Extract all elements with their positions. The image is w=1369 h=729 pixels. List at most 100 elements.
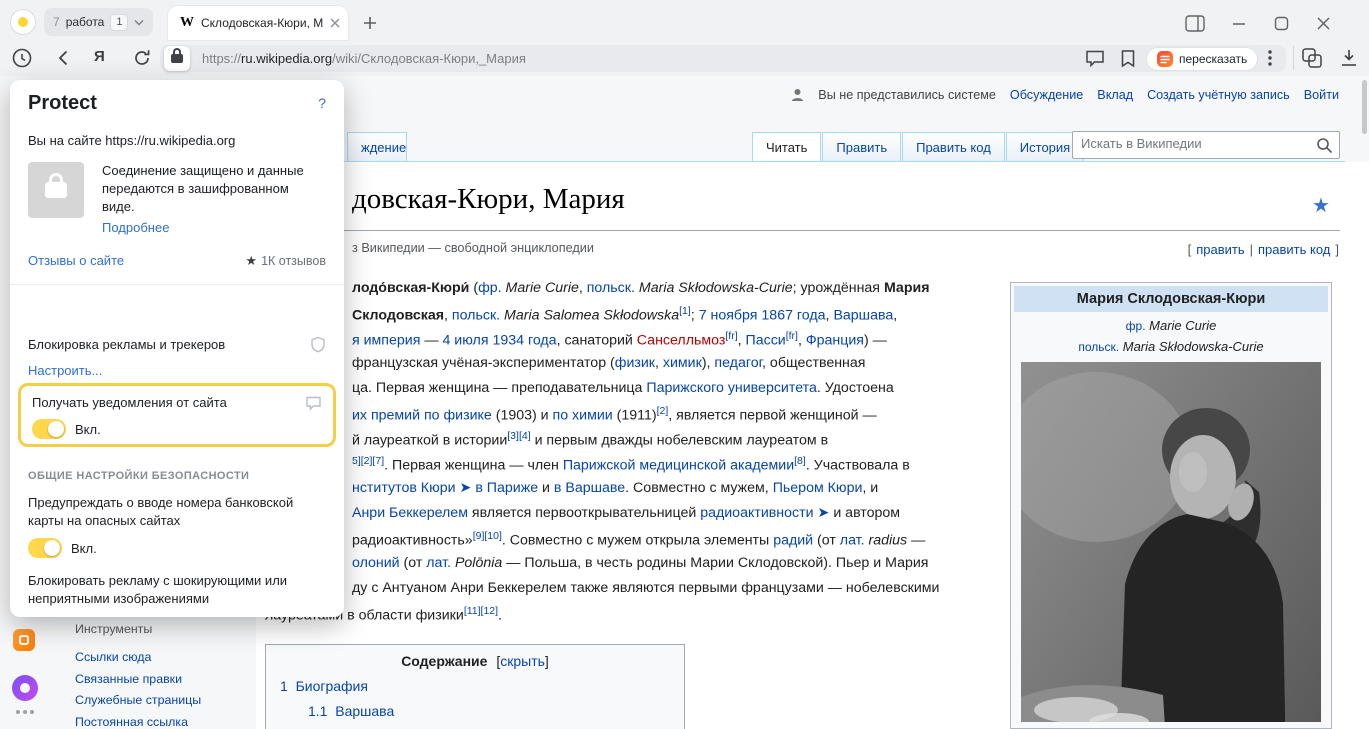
article-link[interactable]: химик <box>663 355 702 371</box>
reference-sup[interactable]: [3][4] <box>507 430 530 442</box>
article-link[interactable]: 1867 года <box>761 308 825 324</box>
new-tab-button[interactable] <box>356 9 384 37</box>
article-link[interactable]: их премий по физике <box>352 408 492 424</box>
personal-link[interactable]: Создать учётную запись <box>1147 88 1290 102</box>
sidebar-link[interactable]: Ссылки сюда <box>75 647 201 669</box>
article-link[interactable]: 1934 года <box>492 333 556 349</box>
minimize-button[interactable] <box>1227 13 1251 33</box>
article-link[interactable]: Парижского университета <box>646 380 816 396</box>
article-link[interactable]: Пасси <box>746 333 786 349</box>
browser-logo-icon[interactable] <box>10 9 36 35</box>
sidebar-link[interactable]: Связанные правки <box>75 669 201 691</box>
page-tab[interactable]: Править <box>822 132 901 161</box>
personal-links: Обсуждение Вклад Создать учётную запись Вой… <box>1010 88 1339 102</box>
reference-sup[interactable]: [8] <box>794 455 806 467</box>
more-menu-icon[interactable] <box>1260 48 1280 68</box>
reload-button[interactable] <box>130 46 154 70</box>
reference-sup[interactable]: [2] <box>657 405 669 417</box>
lang-fr-link[interactable]: фр. <box>1126 319 1146 333</box>
sidebar-link[interactable]: Служебные страницы <box>75 690 201 712</box>
article-link[interactable]: в Варшаве <box>554 480 625 496</box>
yandex-home-icon[interactable]: Я <box>94 48 105 65</box>
reference-sup[interactable]: [9][10] <box>473 530 502 542</box>
back-button[interactable] <box>52 46 76 70</box>
infobox-photo[interactable] <box>1021 362 1321 722</box>
article-link[interactable]: я империя <box>352 333 420 349</box>
search-icon[interactable] <box>1316 137 1333 154</box>
article-link[interactable]: по химии <box>553 408 613 424</box>
tools-heading[interactable]: Инструменты <box>75 622 201 636</box>
wikipedia-favicon: W <box>180 15 194 31</box>
page-scrollbar[interactable] <box>1362 80 1367 134</box>
article-link[interactable]: Анри Беккерелем <box>352 505 468 521</box>
sidebar-more-icon[interactable] <box>16 710 34 714</box>
reference-sup[interactable]: 5][2][7] <box>352 455 384 467</box>
toc-item[interactable]: 1 Биография <box>280 678 684 694</box>
tab-close-icon[interactable] <box>330 18 340 28</box>
maximize-button[interactable] <box>1269 13 1293 33</box>
url-host: ru.wikipedia.org <box>241 51 332 66</box>
article-redlink[interactable]: Санселльмоз <box>637 333 726 349</box>
edit-link[interactable]: править <box>1196 242 1244 257</box>
help-link[interactable]: ? <box>318 95 326 111</box>
configure-link[interactable]: Настроить... <box>28 363 102 378</box>
article-link[interactable]: лат. <box>426 555 451 571</box>
active-tab[interactable]: W Склодовская-Кюри, Ма <box>168 6 348 40</box>
details-link[interactable]: Подробнее <box>102 220 169 235</box>
reference-sup[interactable]: [fr] <box>786 330 798 342</box>
article-link[interactable]: фр. <box>478 280 502 296</box>
tab-discussion-partial[interactable]: ждение <box>347 132 407 161</box>
article-link[interactable]: Варшава <box>833 308 893 324</box>
article-link[interactable]: польск. <box>452 308 500 324</box>
search-input[interactable] <box>1081 136 1309 151</box>
downloads-icon[interactable] <box>1338 47 1360 69</box>
comments-icon[interactable] <box>1085 49 1105 68</box>
side-panel-window-icon[interactable] <box>1183 13 1207 33</box>
reference-sup[interactable]: [fr] <box>725 330 737 342</box>
wiki-search-box[interactable] <box>1072 131 1340 159</box>
article-link[interactable]: 4 июля <box>442 333 488 349</box>
alice-icon[interactable] <box>12 675 38 701</box>
tab-group-chip[interactable]: 7 работа 1 <box>44 8 153 36</box>
article-link[interactable]: лат. <box>840 533 865 549</box>
edit-code-link[interactable]: править код <box>1258 242 1330 257</box>
article-link[interactable]: Франция <box>806 333 864 349</box>
article-link[interactable]: нститутов Кюри ➤ <box>352 480 471 496</box>
sidebar-link[interactable]: Постоянная ссылка <box>75 712 201 729</box>
toc-hide-link[interactable]: скрыть <box>500 653 545 669</box>
url-text[interactable]: https://ru.wikipedia.org/wiki/Склодовска… <box>202 51 526 66</box>
page-tab[interactable]: Читать <box>752 132 821 161</box>
bookmark-flag-icon[interactable] <box>1119 49 1137 68</box>
lang-pl-link[interactable]: польск. <box>1078 340 1119 354</box>
article-link[interactable]: педагог <box>714 355 762 371</box>
reference-sup[interactable]: [1] <box>679 305 691 317</box>
site-reviews-link[interactable]: Отзывы о сайте <box>28 253 124 268</box>
personal-link[interactable]: Войти <box>1304 88 1339 102</box>
card-warning-toggle[interactable] <box>28 538 62 558</box>
article-link[interactable]: в Париже <box>475 480 538 496</box>
article-link[interactable]: физик <box>615 355 655 371</box>
article-link[interactable]: олоний <box>352 555 400 571</box>
article-link[interactable]: радиоактивности ➤ <box>700 505 829 521</box>
toc-item[interactable]: 1.1 Варшава <box>308 703 684 719</box>
article-bold: лодо́вская-Кюри́ <box>352 280 469 296</box>
watchlist-star-icon[interactable]: ★ <box>1312 193 1330 218</box>
personal-link[interactable]: Вклад <box>1097 88 1133 102</box>
tabs-panel-icon[interactable] <box>1301 47 1323 69</box>
article-link[interactable]: польск. <box>587 280 635 296</box>
toggle-state-label: Вкл. <box>71 541 97 556</box>
article-link[interactable]: Парижской медицинской академии <box>563 458 794 474</box>
close-window-button[interactable] <box>1311 13 1335 33</box>
notifications-toggle[interactable] <box>32 419 66 439</box>
personal-link[interactable]: Обсуждение <box>1010 88 1083 102</box>
retell-button[interactable]: пересказать <box>1146 47 1258 71</box>
article-link[interactable]: радий <box>773 533 813 549</box>
page-tab[interactable]: Править код <box>902 132 1005 161</box>
article-link[interactable]: 7 ноября <box>699 308 758 324</box>
article-link[interactable]: Пьером Кюри <box>773 480 863 496</box>
protect-lock-button[interactable] <box>164 46 190 71</box>
clock-icon[interactable] <box>10 46 34 70</box>
reference-sup[interactable]: [11][12] <box>464 605 498 617</box>
adblock-label: Блокировка рекламы и трекеров <box>28 337 225 352</box>
sidebar-orange-service-icon[interactable] <box>13 629 35 651</box>
